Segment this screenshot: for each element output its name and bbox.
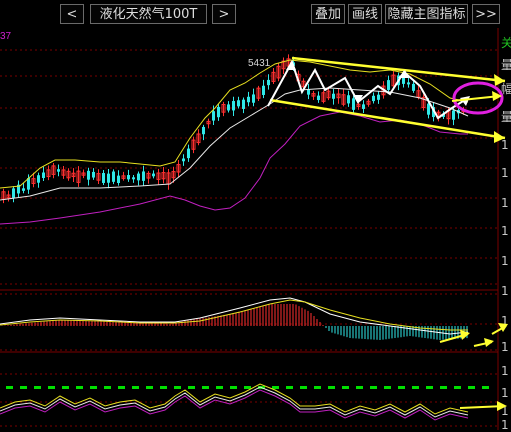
candle-down <box>232 101 235 111</box>
candle-down <box>217 106 220 118</box>
candle-down <box>452 110 455 120</box>
signal-dash <box>482 386 489 389</box>
next-instrument-button[interactable]: > <box>212 4 236 24</box>
candle-down <box>112 171 115 182</box>
candle-down <box>252 94 255 103</box>
signal-dash <box>90 386 97 389</box>
candle-down <box>107 173 110 183</box>
candle-down <box>202 126 205 135</box>
candle-down <box>12 188 15 199</box>
candle-down <box>377 94 380 100</box>
signal-dash <box>174 386 181 389</box>
signal-dash <box>202 386 209 389</box>
hand-drawn-annotations <box>267 56 508 411</box>
hide-main-indicator-button[interactable]: 隐藏主图指标 <box>385 4 468 24</box>
candle-down <box>87 170 90 180</box>
overlay-button[interactable]: 叠加 <box>311 4 345 24</box>
candle-down <box>372 95 375 102</box>
candle-down <box>387 80 390 90</box>
candle-down <box>407 82 410 85</box>
signal-dash <box>118 386 125 389</box>
signal-dash <box>216 386 223 389</box>
signal-dash <box>230 386 237 389</box>
signal-dash <box>370 386 377 389</box>
candle-down <box>247 96 250 103</box>
candle-down <box>127 175 130 180</box>
price-high-label: 5431 <box>248 58 271 69</box>
arrowhead <box>494 131 505 143</box>
signal-dash <box>6 386 13 389</box>
draw-line-button[interactable]: 画线 <box>348 4 382 24</box>
candle-down <box>117 175 120 184</box>
macd-dea-line <box>0 299 468 331</box>
signal-dash <box>132 386 139 389</box>
candle-down <box>102 173 105 183</box>
kline-chart-area[interactable]: 5431 <box>0 28 511 430</box>
signal-dash <box>244 386 251 389</box>
arrowhead <box>484 338 494 347</box>
signal-dash <box>62 386 69 389</box>
prev-instrument-button[interactable]: < <box>60 4 84 24</box>
candle-down <box>352 98 355 110</box>
candle-down <box>37 175 40 183</box>
signal-dash <box>468 386 475 389</box>
more-button[interactable]: >> <box>472 4 500 24</box>
signal-dash <box>384 386 391 389</box>
candle-down <box>212 111 215 121</box>
candle-down <box>362 104 365 109</box>
instrument-title[interactable]: 液化天然气100T <box>90 4 207 24</box>
chart-toolbar: < 液化天然气100T > 叠加 画线 隐藏主图指标 >> <box>0 0 511 28</box>
signal-dash <box>314 386 321 389</box>
signal-dash <box>146 386 153 389</box>
arrowhead <box>494 74 505 86</box>
signal-dash <box>356 386 363 389</box>
candle-down <box>227 104 230 111</box>
candle-down <box>412 83 415 91</box>
candle-down <box>182 158 185 162</box>
candle-down <box>142 171 145 181</box>
signal-dash <box>342 386 349 389</box>
candle-down <box>427 103 430 115</box>
candle-down <box>187 148 190 159</box>
signal-dash <box>440 386 447 389</box>
signal-dash <box>286 386 293 389</box>
signal-dash <box>76 386 83 389</box>
candle-down <box>267 79 270 86</box>
candle-down <box>237 100 240 107</box>
signal-dash <box>48 386 55 389</box>
signal-dash <box>426 386 433 389</box>
candle-down <box>242 99 245 109</box>
candle-down <box>317 95 320 101</box>
candle-down <box>262 85 265 95</box>
signal-dash <box>272 386 279 389</box>
trend-channel-lower <box>269 98 506 140</box>
signal-dash <box>328 386 335 389</box>
candle-down <box>57 169 60 172</box>
candle-down <box>152 173 155 177</box>
signal-dash <box>398 386 405 389</box>
signal-dash <box>300 386 307 389</box>
candle-down <box>332 93 335 99</box>
signal-dash <box>188 386 195 389</box>
candle-down <box>347 95 350 104</box>
signal-dash <box>160 386 167 389</box>
arrowhead <box>497 401 507 411</box>
signal-dash <box>34 386 41 389</box>
signal-dash <box>104 386 111 389</box>
candlesticks <box>1 54 466 204</box>
candle-down <box>22 188 25 191</box>
candle-down <box>132 177 135 180</box>
signal-dash <box>412 386 419 389</box>
candle-down <box>402 77 405 84</box>
signal-dash <box>454 386 461 389</box>
candle-down <box>42 172 45 179</box>
candle-down <box>137 173 140 181</box>
candle-down <box>92 171 95 178</box>
indicator-lines <box>0 59 489 421</box>
signal-dash <box>20 386 27 389</box>
chart-grid <box>0 28 499 430</box>
